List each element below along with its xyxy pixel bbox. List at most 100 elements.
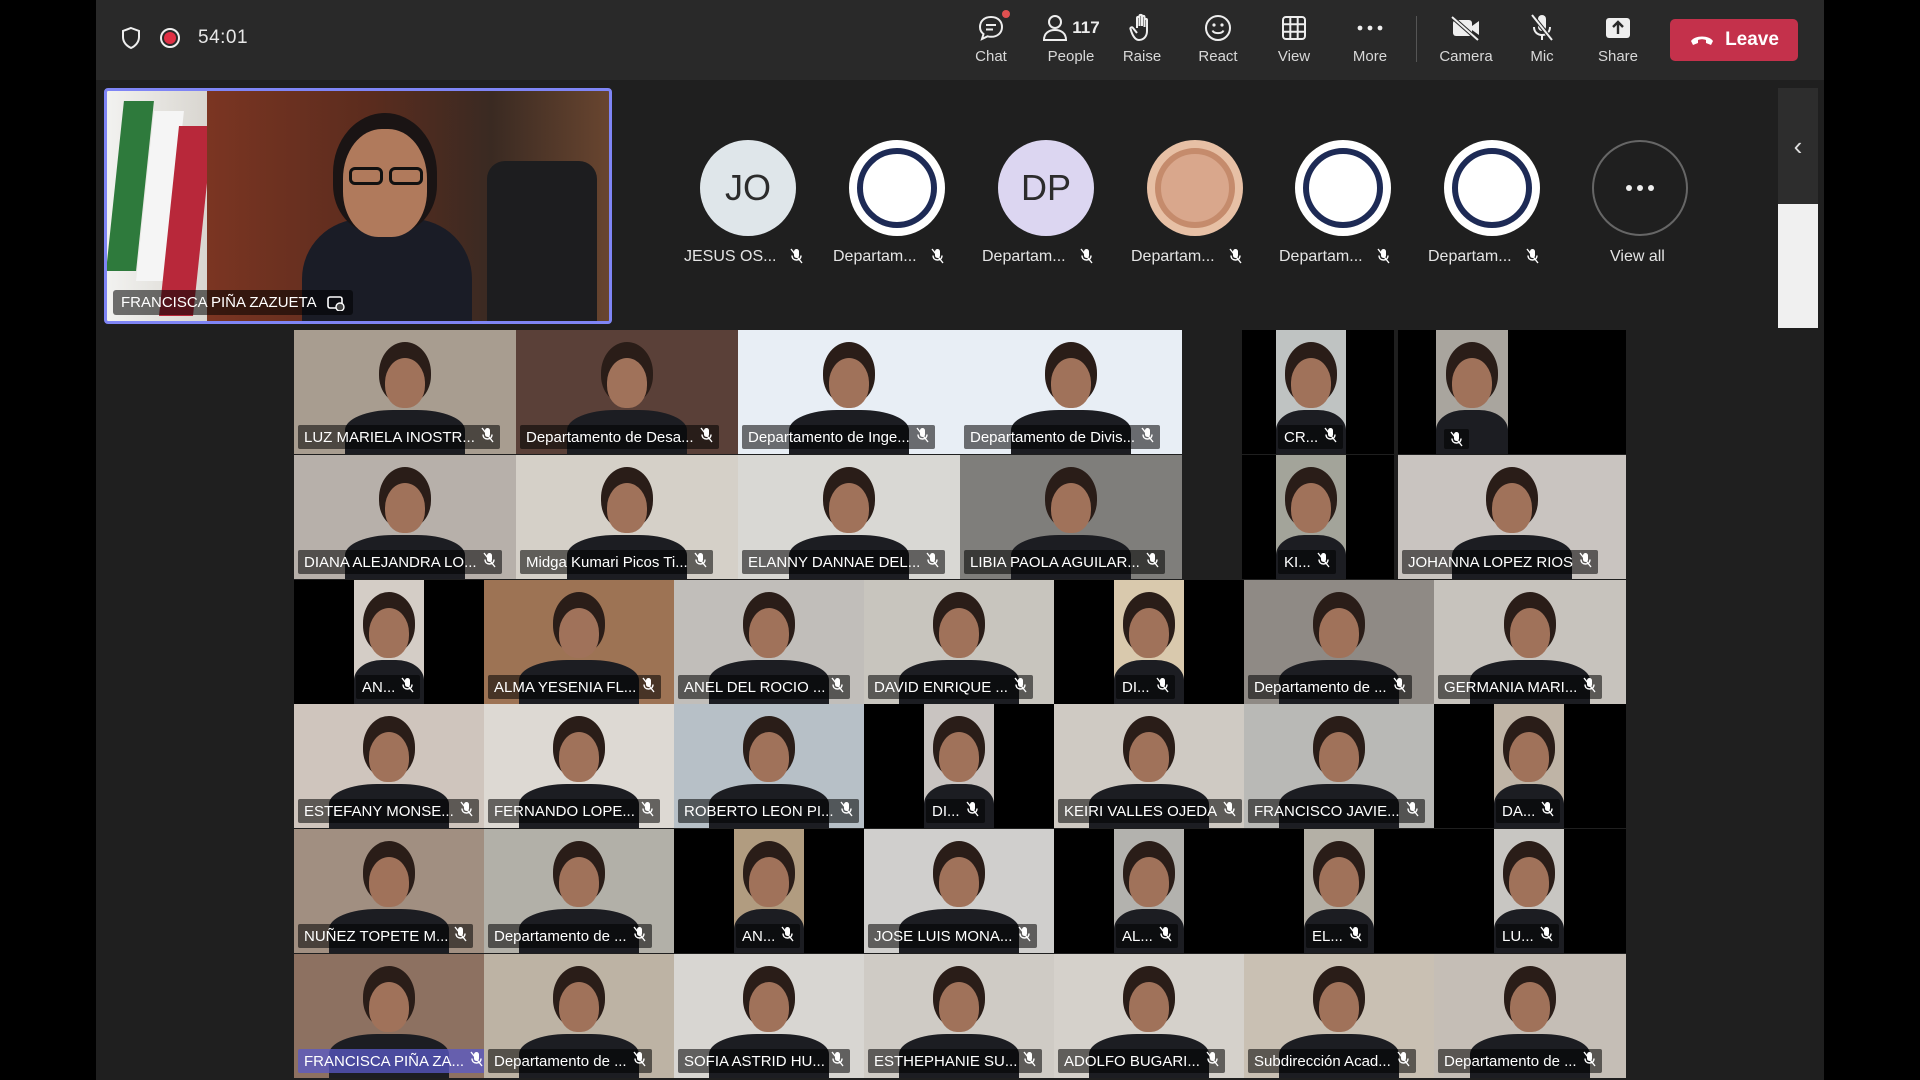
mic-off-icon xyxy=(1349,926,1362,946)
participant-name: Departamento de ... xyxy=(1254,678,1387,696)
avatar-logo-icon xyxy=(1452,148,1532,228)
participant-video-tile[interactable]: AN... xyxy=(674,829,864,953)
participant-video-tile[interactable]: DAVID ENRIQUE ... xyxy=(864,580,1054,704)
mic-off-icon xyxy=(401,677,414,697)
participant-video-tile[interactable]: ELANNY DANNAE DEL... xyxy=(738,455,960,579)
participant-video-tile[interactable]: DA... xyxy=(1434,704,1626,828)
participant-name-tag: ALMA YESENIA FL... xyxy=(488,675,662,699)
participant-video-tile[interactable] xyxy=(1398,330,1626,454)
participant-avatar[interactable] xyxy=(1295,140,1391,236)
participant-name-tag: Departamento de Divis... xyxy=(964,425,1161,449)
participant-name: JESUS OS... xyxy=(684,248,777,265)
chat-icon xyxy=(976,10,1010,44)
mic-off-icon xyxy=(700,427,713,447)
participant-name-tag: KI... xyxy=(1278,550,1336,574)
participant-name: KI... xyxy=(1284,553,1311,571)
participant-video-tile[interactable]: Subdirección Acad... xyxy=(1244,954,1434,1078)
participant-name-tag: LIBIA PAOLA AGUILAR... xyxy=(964,550,1165,574)
participant-avatar[interactable]: JO xyxy=(700,140,796,236)
share-button[interactable]: Share xyxy=(1583,12,1653,72)
participant-name: LIBIA PAOLA AGUILAR... xyxy=(970,553,1140,571)
participant-avatar[interactable] xyxy=(1147,140,1243,236)
participant-video-tile[interactable]: ANEL DEL ROCIO ... xyxy=(674,580,864,704)
participant-video-tile[interactable]: ALMA YESENIA FL... xyxy=(484,580,674,704)
participant-video-tile[interactable]: ROBERTO LEON PI... xyxy=(674,704,864,828)
collapse-panel-button[interactable]: ‹ xyxy=(1778,88,1818,204)
participant-video-tile[interactable]: FERNANDO LOPE... xyxy=(484,704,674,828)
participant-video-tile[interactable]: AN... xyxy=(294,580,484,704)
scrollbar-thumb[interactable] xyxy=(1778,204,1818,328)
participant-video-tile[interactable]: Departamento de ... xyxy=(484,954,674,1078)
participant-video-tile[interactable]: ESTEFANY MONSE... xyxy=(294,704,484,828)
participant-video-tile[interactable]: FRANCISCA PIÑA ZA... xyxy=(294,954,484,1078)
participant-video-tile[interactable]: ADOLFO BUGARI... xyxy=(1054,954,1244,1078)
participant-video-tile[interactable]: CR... xyxy=(1242,330,1394,454)
participant-video-tile[interactable]: LU... xyxy=(1434,829,1626,953)
participant-video-tile[interactable]: Departamento de ... xyxy=(1434,954,1626,1078)
participant-video-tile[interactable]: Departamento de Inge... xyxy=(738,330,960,454)
view-all-button[interactable] xyxy=(1592,140,1688,236)
camera-button[interactable]: Camera xyxy=(1431,12,1501,72)
participant-video-tile[interactable]: AL... xyxy=(1054,829,1244,953)
participant-video-tile[interactable]: FRANCISCO JAVIE... xyxy=(1244,704,1434,828)
participant-name: GERMANIA MARI... xyxy=(1444,678,1578,696)
participant-video-tile[interactable]: ESTHEPHANIE SU... xyxy=(864,954,1054,1078)
mic-off-icon xyxy=(831,677,844,697)
participant-video-tile[interactable]: Departamento de ... xyxy=(1244,580,1434,704)
participant-video-tile[interactable]: KI... xyxy=(1242,455,1394,579)
chat-button[interactable]: Chat xyxy=(956,10,1026,72)
participant-video-tile[interactable]: Departamento de Divis... xyxy=(960,330,1182,454)
participant-avatar[interactable] xyxy=(1444,140,1540,236)
avatar-initials: DP xyxy=(1020,167,1071,208)
share-icon xyxy=(1603,12,1633,44)
mic-off-icon xyxy=(1223,801,1236,821)
recording-icon xyxy=(160,28,180,48)
participant-video-tile[interactable]: Midga Kumari Picos Ti... xyxy=(516,455,738,579)
more-button[interactable]: More xyxy=(1335,12,1405,72)
mic-off-icon xyxy=(633,926,646,946)
participant-name-tag: NUÑEZ TOPETE M... xyxy=(298,924,474,948)
participant-video-tile[interactable]: KEIRI VALLES OJEDA xyxy=(1054,704,1244,828)
mic-off-icon xyxy=(1526,248,1542,266)
participant-video-tile[interactable]: DI... xyxy=(864,704,1054,828)
chevron-left-icon: ‹ xyxy=(1793,130,1803,161)
participant-name-tag: JOHANNA LOPEZ RIOS xyxy=(1402,550,1599,574)
participant-video-tile[interactable]: JOSE LUIS MONA... xyxy=(864,829,1054,953)
mic-off-icon xyxy=(790,248,806,266)
participant-video-tile[interactable]: JOHANNA LOPEZ RIOS xyxy=(1398,455,1626,579)
participant-name: EL... xyxy=(1312,927,1343,945)
participant-video-tile[interactable]: LIBIA PAOLA AGUILAR... xyxy=(960,455,1182,579)
mic-off-icon xyxy=(1018,926,1031,946)
participant-name: NUÑEZ TOPETE M... xyxy=(304,927,449,945)
raise-hand-button[interactable]: Raise xyxy=(1107,12,1177,72)
leave-button[interactable]: Leave xyxy=(1670,19,1798,61)
participant-name-tag: ELANNY DANNAE DEL... xyxy=(742,550,946,574)
participant-video-tile[interactable]: GERMANIA MARI... xyxy=(1434,580,1626,704)
people-button[interactable]: 117 People xyxy=(1031,12,1111,72)
shield-icon[interactable] xyxy=(120,26,142,50)
people-label: People xyxy=(1047,48,1095,65)
participant-video-tile[interactable]: SOFIA ASTRID HU... xyxy=(674,954,864,1078)
participant-video-tile[interactable]: Departamento de ... xyxy=(484,829,674,953)
participant-avatar[interactable]: DP xyxy=(998,140,1094,236)
view-button[interactable]: View xyxy=(1259,12,1329,72)
participant-avatar-label: Departam... xyxy=(982,248,1096,266)
participant-video-tile[interactable]: EL... xyxy=(1244,829,1434,953)
chat-unread-dot xyxy=(1002,10,1010,18)
mic-off-icon xyxy=(1540,926,1553,946)
participant-avatar[interactable] xyxy=(849,140,945,236)
participant-name-tag: AN... xyxy=(356,675,421,699)
participant-video-tile[interactable]: DI... xyxy=(1054,580,1244,704)
mic-off-icon xyxy=(1324,427,1337,447)
participant-video-tile[interactable]: NUÑEZ TOPETE M... xyxy=(294,829,484,953)
participant-name: LUZ MARIELA INOSTR... xyxy=(304,428,475,446)
participant-video-tile[interactable]: DIANA ALEJANDRA LO... xyxy=(294,455,516,579)
react-button[interactable]: React xyxy=(1183,12,1253,72)
participant-name: ANEL DEL ROCIO ... xyxy=(684,678,826,696)
participant-video-tile[interactable]: Departamento de Desa... xyxy=(516,330,738,454)
participant-video-tile[interactable]: LUZ MARIELA INOSTR... xyxy=(294,330,516,454)
mic-button[interactable]: Mic xyxy=(1507,12,1577,72)
pinned-video-tile[interactable]: FRANCISCA PIÑA ZAZUETA xyxy=(104,88,612,324)
participant-name: Midga Kumari Picos Ti... xyxy=(526,553,688,571)
ellipsis-icon xyxy=(1626,185,1654,191)
